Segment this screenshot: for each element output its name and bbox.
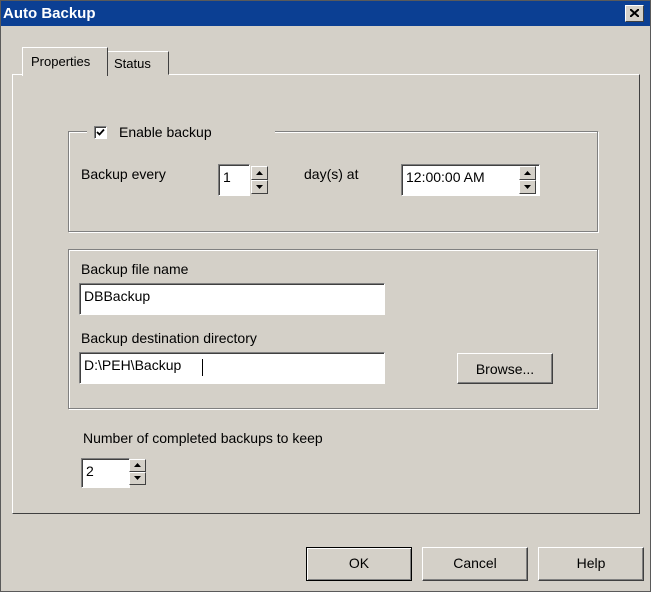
backup-destination-label: Backup destination directory	[81, 330, 257, 346]
browse-button-label: Browse...	[475, 361, 535, 377]
backups-to-keep-input[interactable]: 2	[81, 458, 130, 488]
tab-properties[interactable]: Properties	[22, 47, 108, 76]
title-bar[interactable]: Auto Backup	[1, 1, 650, 26]
spin-up-button[interactable]	[251, 166, 268, 180]
text-cursor	[202, 359, 203, 376]
help-button-label: Help	[576, 555, 606, 571]
backups-to-keep-value: 2	[86, 463, 94, 479]
cancel-button[interactable]: Cancel	[422, 547, 528, 581]
window-title: Auto Backup	[3, 5, 96, 22]
spin-down-button[interactable]	[519, 180, 536, 194]
backup-time-value: 12:00:00 AM	[406, 169, 485, 185]
arrow-down-icon	[134, 476, 141, 480]
arrow-up-icon	[256, 171, 263, 175]
enable-backup-label: Enable backup	[119, 124, 212, 140]
backup-every-input[interactable]: 1	[218, 164, 250, 196]
close-icon	[630, 9, 639, 17]
arrow-down-icon	[256, 185, 263, 189]
ok-button-label: OK	[348, 555, 370, 571]
backup-file-name-input[interactable]: DBBackup	[79, 283, 385, 315]
day-at-label: day(s) at	[304, 166, 359, 182]
browse-button[interactable]: Browse...	[457, 353, 553, 384]
spin-up-button[interactable]	[519, 166, 536, 180]
backups-to-keep-spinner[interactable]	[129, 459, 146, 485]
tab-status[interactable]: Status	[107, 51, 169, 75]
backup-destination-value: D:\PEH\Backup	[84, 357, 182, 373]
backup-time-spinner[interactable]	[519, 166, 536, 194]
backup-file-name-label: Backup file name	[81, 261, 189, 277]
backup-every-value: 1	[223, 169, 231, 185]
close-button[interactable]	[625, 5, 644, 22]
help-button[interactable]: Help	[538, 547, 644, 581]
arrow-up-icon	[134, 463, 141, 467]
spin-down-button[interactable]	[251, 180, 268, 194]
auto-backup-dialog: Auto Backup Properties Status Enable bac…	[0, 0, 651, 592]
backups-to-keep-label: Number of completed backups to keep	[83, 430, 323, 446]
cancel-button-label: Cancel	[453, 555, 497, 571]
spin-down-button[interactable]	[129, 472, 146, 485]
spin-up-button[interactable]	[129, 459, 146, 472]
checkmark-icon	[96, 128, 105, 136]
backup-file-name-value: DBBackup	[84, 288, 151, 304]
arrow-down-icon	[524, 185, 531, 189]
ok-button[interactable]: OK	[306, 547, 412, 581]
enable-backup-checkbox[interactable]	[94, 126, 107, 139]
backup-every-spinner[interactable]	[251, 166, 268, 194]
arrow-up-icon	[524, 171, 531, 175]
backup-every-label: Backup every	[81, 166, 166, 182]
tab-properties-label: Properties	[31, 54, 91, 69]
tab-status-label: Status	[114, 56, 151, 71]
backup-destination-input[interactable]: D:\PEH\Backup	[79, 352, 385, 384]
